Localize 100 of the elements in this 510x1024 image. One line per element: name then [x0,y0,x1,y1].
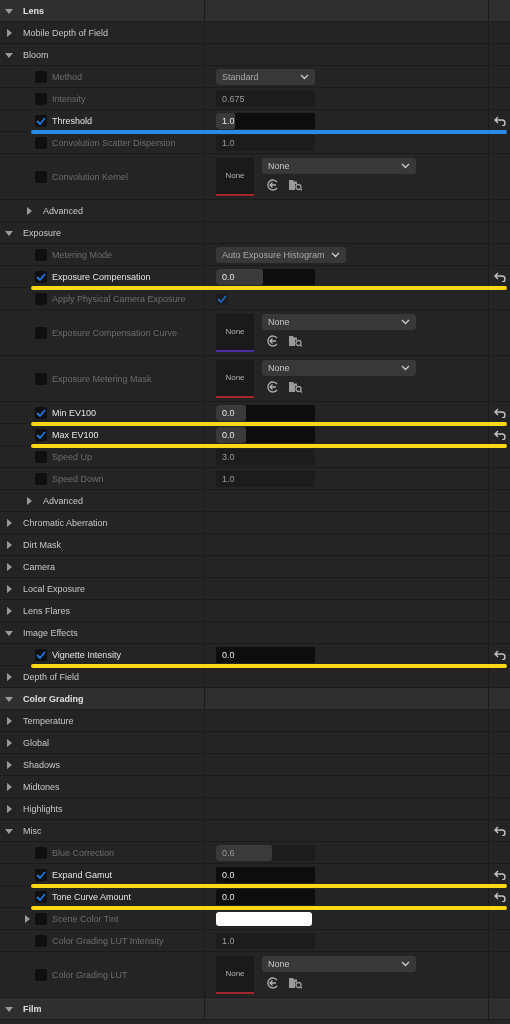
group-title[interactable]: Exposure [23,227,62,238]
number-field[interactable]: 0.0 [216,646,315,663]
number-field[interactable]: 1.0 [216,470,315,487]
dropdown[interactable]: None [262,955,416,972]
group-title[interactable]: Midtones [23,781,60,792]
expand-arrow-icon[interactable] [5,584,13,593]
collapse-arrow-icon[interactable] [5,50,13,59]
group-title[interactable]: Lens Flares [23,605,71,616]
dropdown[interactable]: Auto Exposure Histogram [216,246,346,263]
reset-icon[interactable] [493,649,506,660]
expand-arrow-icon[interactable] [25,206,33,215]
property-label: Color Grading LUT Intensity [52,935,164,946]
checkbox[interactable] [35,890,47,903]
expand-arrow-icon[interactable] [5,562,13,571]
expand-arrow-icon[interactable] [5,760,13,769]
number-field[interactable]: 1.0 [216,932,315,949]
checkbox[interactable] [35,114,47,127]
number-field[interactable]: 0.6 [216,844,315,861]
collapse-arrow-icon[interactable] [5,6,13,15]
reset-icon[interactable] [493,891,506,902]
reset-icon[interactable] [493,407,506,418]
property-label: Intensity [52,93,86,104]
chevron-icon [330,251,340,258]
category-title[interactable]: Lens [23,5,44,16]
use-selected-icon[interactable] [267,380,279,393]
number-field[interactable]: 0.675 [216,90,315,107]
reset-icon[interactable] [493,429,506,440]
use-selected-icon[interactable] [267,178,279,191]
checkbox[interactable] [35,648,47,661]
number-field[interactable]: 0.0 [216,866,315,883]
property-label: Expand Gamut [52,869,113,880]
group-title[interactable]: Shadows [23,759,61,770]
expand-arrow-icon[interactable] [5,804,13,813]
group-title[interactable]: Chromatic Aberration [23,517,108,528]
checkbox[interactable] [35,406,47,419]
property-label: Exposure Metering Mask [52,373,152,384]
expand-arrow-icon[interactable] [5,782,13,791]
color-swatch[interactable] [216,911,312,926]
chevron-icon [401,364,410,371]
collapse-arrow-icon[interactable] [5,826,13,835]
group-title[interactable]: Highlights [23,803,63,814]
checkbox[interactable] [35,428,47,441]
checkbox[interactable] [35,270,47,283]
group-title[interactable]: Misc [23,825,42,836]
browse-folder-icon[interactable] [289,976,302,989]
reset-icon[interactable] [493,869,506,880]
checkbox[interactable] [35,868,47,881]
group-title[interactable]: Image Effects [23,627,78,638]
number-field[interactable]: 0.0 [216,268,315,285]
category-title[interactable]: Color Grading [23,693,84,704]
expand-arrow-icon[interactable] [5,672,13,681]
collapse-arrow-icon[interactable] [5,694,13,703]
expand-arrow-icon[interactable] [5,738,13,747]
asset-thumbnail[interactable]: None [216,313,254,352]
expand-arrow-icon[interactable] [25,496,33,505]
reset-icon[interactable] [493,115,506,126]
property-label: Min EV100 [52,407,97,418]
group-title[interactable]: Local Exposure [23,583,86,594]
number-field[interactable]: 1.0 [216,112,315,129]
collapse-arrow-icon[interactable] [5,228,13,237]
expand-arrow-icon[interactable] [5,540,13,549]
collapse-arrow-icon[interactable] [5,628,13,637]
reset-icon[interactable] [493,271,506,282]
number-field[interactable]: 1.0 [216,134,315,151]
group-title[interactable]: Camera [23,561,55,572]
property-label: Threshold [52,115,93,126]
number-field[interactable]: 0.0 [216,404,315,421]
dropdown[interactable]: None [262,157,416,174]
browse-folder-icon[interactable] [289,380,302,393]
use-selected-icon[interactable] [267,334,279,347]
browse-folder-icon[interactable] [289,178,302,191]
dropdown[interactable]: None [262,313,416,330]
collapse-arrow-icon[interactable] [5,1004,13,1013]
expand-arrow-icon[interactable] [5,518,13,527]
dropdown[interactable]: Standard [216,68,315,85]
number-field[interactable]: 3.0 [216,448,315,465]
asset-thumbnail[interactable]: None [216,157,254,196]
asset-thumbnail[interactable]: None [216,359,254,398]
checkbox[interactable] [216,292,228,305]
group-title[interactable]: Depth of Field [23,671,80,682]
number-field[interactable]: 0.0 [216,426,315,443]
property-label: Color Grading LUT [52,969,128,980]
browse-folder-icon[interactable] [289,334,302,347]
group-title[interactable]: Global [23,737,49,748]
group-title[interactable]: Dirt Mask [23,539,61,550]
expand-arrow-icon[interactable] [5,716,13,725]
group-title[interactable]: Advanced [43,495,84,506]
expand-arrow-icon[interactable] [5,28,13,37]
expand-arrow-icon[interactable] [5,606,13,615]
number-field[interactable]: 0.0 [216,888,315,905]
group-title[interactable]: Bloom [23,49,49,60]
asset-thumbnail[interactable]: None [216,955,254,994]
group-title[interactable]: Temperature [23,715,74,726]
group-title[interactable]: Advanced [43,205,84,216]
category-title[interactable]: Film [23,1003,42,1014]
dropdown[interactable]: None [262,359,416,376]
reset-icon[interactable] [493,825,506,836]
group-title[interactable]: Mobile Depth of Field [23,27,109,38]
use-selected-icon[interactable] [267,976,279,989]
expand-arrow-icon[interactable] [23,914,31,923]
